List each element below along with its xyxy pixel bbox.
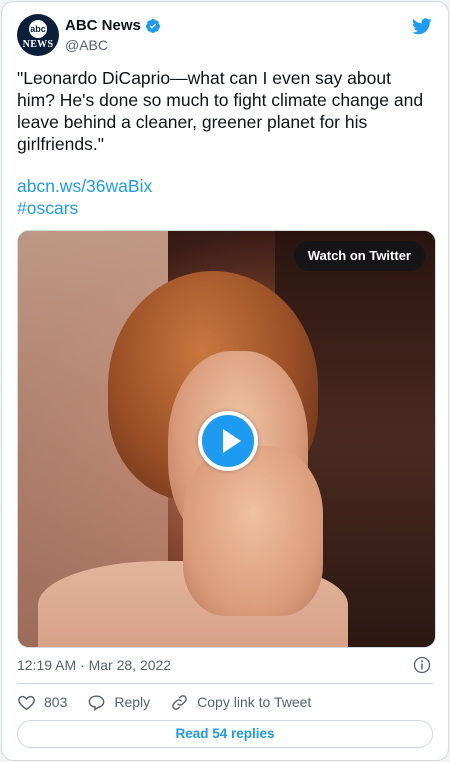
handle[interactable]: @ABC: [65, 36, 161, 54]
watch-on-twitter-button[interactable]: Watch on Twitter: [293, 241, 425, 271]
info-icon[interactable]: [413, 656, 431, 674]
link-icon: [172, 694, 187, 710]
reply-icon: [89, 694, 105, 711]
verified-badge-icon: [145, 19, 160, 33]
timestamp[interactable]: 12:19 AM · Mar 28, 2022: [17, 657, 171, 673]
hashtag-link[interactable]: #oscars: [17, 197, 78, 219]
copy-link-label: Copy link to Tweet: [197, 694, 312, 710]
avatar-news-text: NEWS: [22, 39, 54, 50]
avatar-abc-mark: abc: [29, 20, 47, 38]
tweet-embed-card: abc NEWS ABC News @ABC "Leonardo DiCapri…: [1, 1, 449, 761]
like-count: 803: [44, 694, 68, 710]
tweet-text: "Leonardo DiCaprio—what can I even say a…: [17, 68, 428, 154]
display-name-row[interactable]: ABC News: [65, 17, 161, 35]
copy-link-button[interactable]: Copy link to Tweet: [170, 693, 311, 712]
like-button[interactable]: 803: [17, 693, 67, 712]
thumbnail-figure-hands: [183, 446, 323, 616]
avatar[interactable]: abc NEWS: [17, 14, 59, 56]
action-bar: 803 Reply Copy link to Tweet: [17, 690, 433, 714]
tweet-header: abc NEWS ABC News @ABC: [17, 14, 433, 58]
display-name[interactable]: ABC News: [65, 17, 141, 35]
twitter-bird-icon[interactable]: [411, 16, 433, 36]
play-icon[interactable]: [198, 411, 258, 471]
read-replies-button[interactable]: Read 54 replies: [17, 720, 433, 748]
divider: [17, 683, 433, 684]
meta-row: 12:19 AM · Mar 28, 2022: [17, 654, 433, 676]
reply-button[interactable]: Reply: [87, 693, 150, 712]
tweet-link[interactable]: abcn.ws/36waBix: [17, 175, 152, 197]
author-names: ABC News @ABC: [65, 17, 161, 54]
reply-label: Reply: [114, 694, 151, 710]
heart-icon: [18, 695, 35, 710]
video-thumbnail[interactable]: Watch on Twitter: [17, 230, 436, 648]
